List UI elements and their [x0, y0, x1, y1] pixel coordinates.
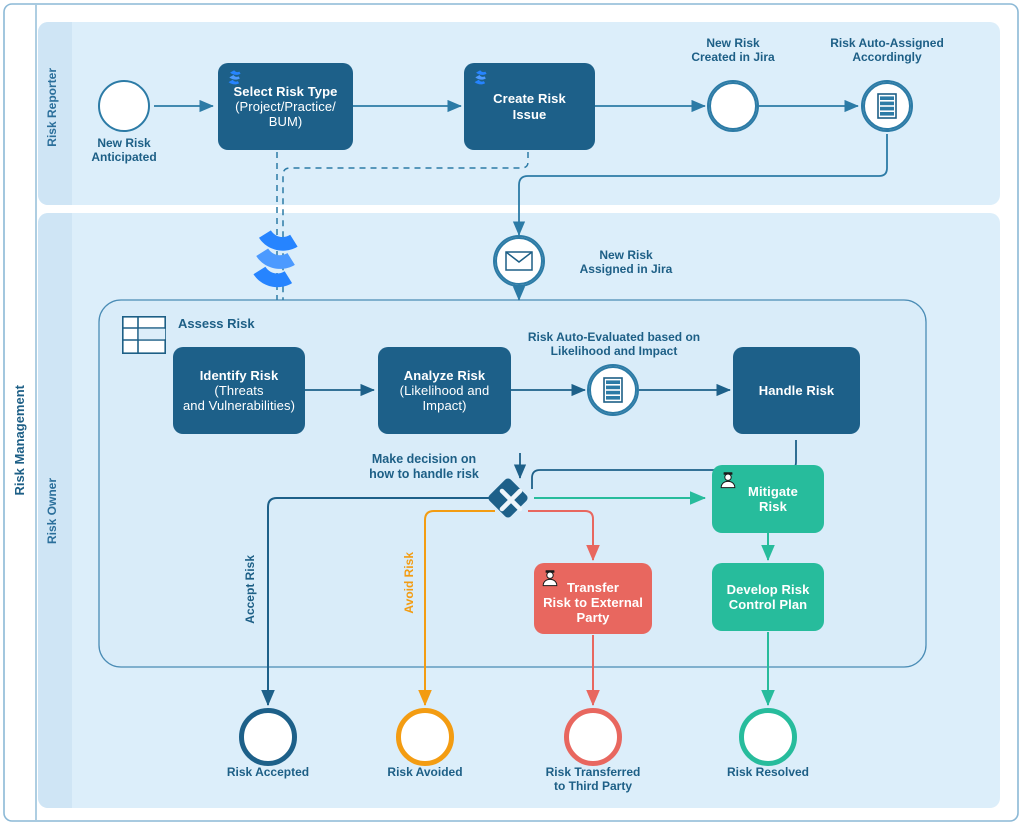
start-event-new-risk-anticipated[interactable] — [98, 80, 150, 132]
bpmn-diagram-canvas: Risk Management Risk Reporter Risk Owner… — [0, 0, 1023, 826]
task-handle-risk[interactable]: Handle Risk — [733, 347, 860, 434]
flow-label-avoid-risk: Avoid Risk — [402, 552, 416, 614]
user-icon — [719, 471, 737, 489]
task-mitigate-risk[interactable]: Mitigate Risk — [712, 465, 824, 533]
intermediate-event-new-risk-created-in-jira[interactable] — [707, 80, 759, 132]
lane-title-risk-reporter: Risk Reporter — [45, 68, 59, 147]
task-label-line2: (Project/Practice/ BUM) — [235, 98, 336, 130]
pool-title: Risk Management — [12, 385, 27, 496]
task-label-line1: Select Risk Type — [233, 83, 338, 99]
task-develop-risk-control-plan[interactable]: Develop Risk Control Plan — [712, 563, 824, 631]
risk-auto-assigned-label: Risk Auto-Assigned Accordingly — [830, 36, 944, 65]
task-select-risk-type[interactable]: Select Risk Type (Project/Practice/ BUM) — [218, 63, 353, 150]
task-identify-risk[interactable]: Identify Risk (Threats and Vulnerabiliti… — [173, 347, 305, 434]
end-event-risk-resolved-label: Risk Resolved — [726, 765, 810, 779]
subprocess-title-assess-risk: Assess Risk — [178, 316, 255, 331]
end-event-risk-accepted[interactable] — [239, 708, 297, 766]
new-risk-created-label: New Risk Created in Jira — [691, 36, 775, 65]
task-label: Develop Risk Control Plan — [726, 581, 810, 612]
task-label-line1: Identify Risk — [199, 367, 279, 383]
task-analyze-risk[interactable]: Analyze Risk (Likelihood and Impact) — [378, 347, 511, 434]
end-event-risk-avoided[interactable] — [396, 708, 454, 766]
intermediate-event-risk-auto-evaluated[interactable] — [587, 364, 639, 416]
assess-risk-table-icon — [122, 316, 167, 355]
jira-icon — [471, 69, 489, 87]
end-event-risk-accepted-label: Risk Accepted — [226, 765, 310, 779]
task-label: Select Risk Type (Project/Practice/ BUM) — [230, 84, 342, 130]
task-transfer-risk-to-external-party[interactable]: Transfer Risk to External Party — [534, 563, 652, 634]
task-label: Create Risk Issue — [493, 91, 566, 122]
end-event-risk-avoided-label: Risk Avoided — [387, 765, 463, 779]
task-label-line1: Analyze Risk — [403, 367, 486, 383]
user-icon — [541, 569, 559, 587]
jira-icon — [225, 69, 243, 87]
end-event-risk-transferred[interactable] — [564, 708, 622, 766]
task-label: Identify Risk (Threats and Vulnerabiliti… — [179, 368, 299, 414]
task-label-line2: (Likelihood and Impact) — [399, 382, 490, 414]
database-icon — [877, 93, 897, 119]
new-risk-assigned-label: New Risk Assigned in Jira — [579, 248, 673, 277]
database-icon — [603, 377, 623, 403]
end-event-risk-resolved[interactable] — [739, 708, 797, 766]
gateway-label: Make decision on how to handle risk — [369, 452, 479, 481]
end-event-risk-transferred-label: Risk Transferred to Third Party — [545, 765, 641, 794]
task-create-risk-issue[interactable]: Create Risk Issue — [464, 63, 595, 150]
start-event-label: New Risk Anticipated — [91, 136, 157, 165]
task-label: Mitigate Risk — [748, 483, 798, 514]
lane-title-risk-owner: Risk Owner — [45, 478, 59, 545]
risk-auto-evaluated-label: Risk Auto-Evaluated based on Likelihood … — [527, 330, 701, 359]
envelope-icon — [505, 251, 533, 271]
task-label: Handle Risk — [758, 382, 835, 398]
flow-label-accept-risk: Accept Risk — [243, 555, 257, 624]
intermediate-message-event-new-risk-assigned[interactable] — [493, 235, 545, 287]
task-label: Analyze Risk (Likelihood and Impact) — [396, 368, 494, 414]
jira-logo-icon — [248, 228, 312, 290]
intermediate-event-risk-auto-assigned[interactable] — [861, 80, 913, 132]
task-label-line2: (Threats and Vulnerabilities) — [182, 382, 296, 414]
